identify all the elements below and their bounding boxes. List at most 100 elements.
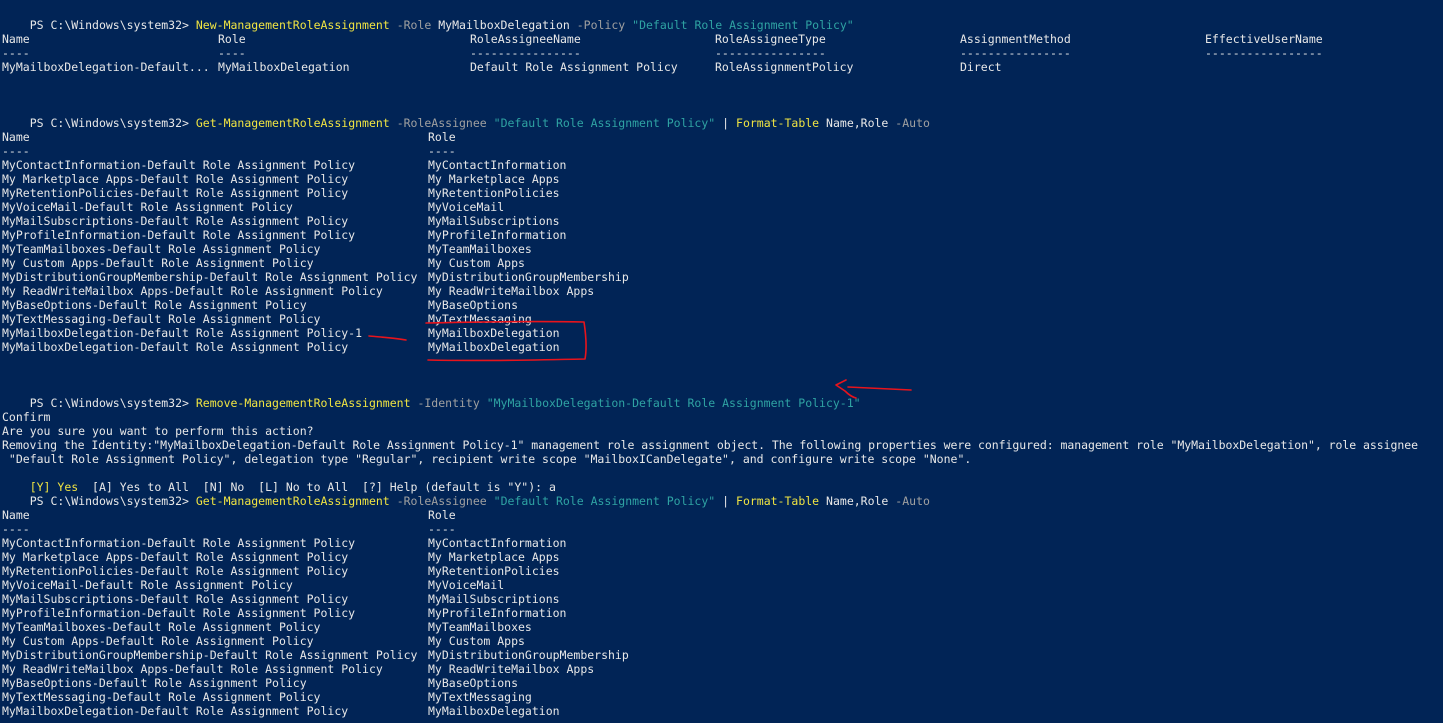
command-line-new-assignment: PS C:\Windows\system32> New-ManagementRo… [2,4,854,32]
table-row: MyRetentionPolicies-Default Role Assignm… [0,564,800,578]
cell-role: MyBaseOptions [428,676,519,690]
cell-name: MyContactInformation-Default Role Assign… [2,158,356,172]
table-row: MyBaseOptions-Default Role Assignment Po… [0,298,800,312]
cell-name: MyTextMessaging-Default Role Assignment … [2,312,321,326]
param-value: Name,Role [826,116,889,130]
column-header: Role [428,508,456,522]
pipe-operator: | [722,116,730,130]
cell-name: MyBaseOptions-Default Role Assignment Po… [2,676,307,690]
param-name: -Identity [417,396,480,410]
table-row: MyMailboxDelegation-Default Role Assignm… [0,340,800,354]
table-row: MyRetentionPolicies-Default Role Assignm… [0,186,800,200]
column-separator: ---------------- [715,46,826,60]
table-row: My Custom Apps-Default Role Assignment P… [0,634,800,648]
confirm-question: Are you sure you want to perform this ac… [2,424,314,438]
table-row: My Marketplace Apps-Default Role Assignm… [0,550,800,564]
cmdlet-name: Get-ManagementRoleAssignment [195,494,390,508]
cell-role: MyContactInformation [428,158,567,172]
cell-role: MyTeamMailboxes [428,242,532,256]
column-header: EffectiveUserName [1205,32,1323,46]
param-value: MyMailboxDelegation [438,18,570,32]
prompt: PS C:\Windows\system32> [29,494,196,508]
cell-name: MyRetentionPolicies-Default Role Assignm… [2,186,349,200]
cell-role: MyDistributionGroupMembership [428,648,629,662]
table-row: MyBaseOptions-Default Role Assignment Po… [0,676,800,690]
table-row: My Marketplace Apps-Default Role Assignm… [0,172,800,186]
cell-role-assignee-type: RoleAssignmentPolicy [715,60,854,74]
column-header: RoleAssigneeName [470,32,581,46]
cell-name: MyTeamMailboxes-Default Role Assignment … [2,620,321,634]
cell-name: MyMailboxDelegation-Default Role Assignm… [2,340,349,354]
cmdlet-name: Format-Table [736,494,820,508]
cell-name: MyTextMessaging-Default Role Assignment … [2,690,321,704]
table-row: MyContactInformation-Default Role Assign… [0,158,800,172]
table-row: MyMailboxDelegation-Default Role Assignm… [0,704,800,718]
column-separator: ----------------- [1205,46,1323,60]
param-name: -RoleAssignee [396,116,487,130]
param-name: -RoleAssignee [396,494,487,508]
table-row: MyDistributionGroupMembership-Default Ro… [0,270,800,284]
column-separator: ---- [2,522,30,536]
param-value: "Default Role Assignment Policy" [493,116,716,130]
cell-role: My Marketplace Apps [428,172,560,186]
column-header: Role [428,130,456,144]
cmdlet-name: Format-Table [736,116,820,130]
cell-role: MyProfileInformation [428,228,567,242]
cell-role: My Marketplace Apps [428,550,560,564]
column-header: Name [2,32,30,46]
cell-role: MyMailboxDelegation [218,60,350,74]
cell-name: MyVoiceMail-Default Role Assignment Poli… [2,578,293,592]
column-header: Role [218,32,246,46]
table-row: MyTextMessaging-Default Role Assignment … [0,312,800,326]
cell-role: My Custom Apps [428,256,525,270]
cell-name: My Custom Apps-Default Role Assignment P… [2,634,314,648]
column-separator: ---- [2,144,30,158]
confirm-title: Confirm [2,410,51,424]
cell-role: MyContactInformation [428,536,567,550]
cell-name: MyDistributionGroupMembership-Default Ro… [2,270,418,284]
prompt: PS C:\Windows\system32> [29,116,196,130]
confirm-choices: [Y] Yes [A] Yes to All [N] No [L] No to … [2,466,556,494]
command-line-get-assignment: PS C:\Windows\system32> Get-ManagementRo… [2,480,930,508]
cell-role: MyRetentionPolicies [428,564,560,578]
cmdlet-name: Get-ManagementRoleAssignment [195,116,390,130]
cell-role: MyTextMessaging [428,312,532,326]
cmdlet-name: Remove-ManagementRoleAssignment [195,396,411,410]
column-header: AssignmentMethod [960,32,1071,46]
column-separator: ---------------- [960,46,1071,60]
powershell-console[interactable]: PS C:\Windows\system32> New-ManagementRo… [0,0,1443,723]
cell-role: MyVoiceMail [428,578,505,592]
table-header-row: Name Role RoleAssigneeName RoleAssigneeT… [0,32,1443,46]
pipe-operator: | [722,494,730,508]
param-name: -Role [396,18,432,32]
table-row: My ReadWriteMailbox Apps-Default Role As… [0,662,800,676]
command-line-get-assignment: PS C:\Windows\system32> Get-ManagementRo… [2,102,930,130]
cell-role: MyMailSubscriptions [428,214,560,228]
confirm-detail: Removing the Identity:"MyMailboxDelegati… [2,438,1418,452]
table-row: My Custom Apps-Default Role Assignment P… [0,256,800,270]
cell-role: MyDistributionGroupMembership [428,270,629,284]
cell-role: My ReadWriteMailbox Apps [428,662,595,676]
cell-name: MyBaseOptions-Default Role Assignment Po… [2,298,307,312]
table-row: MyTeamMailboxes-Default Role Assignment … [0,242,800,256]
cell-name: MyMailSubscriptions-Default Role Assignm… [2,592,349,606]
param-value: "Default Role Assignment Policy" [493,494,716,508]
cell-role: MyBaseOptions [428,298,519,312]
param-value: "Default Role Assignment Policy" [632,18,854,32]
cell-role: MyMailboxDelegation [428,340,560,354]
cmdlet-name: New-ManagementRoleAssignment [195,18,390,32]
param-value: "MyMailboxDelegation-Default Role Assign… [486,396,861,410]
cell-role-assignee-name: Default Role Assignment Policy [470,60,678,74]
cell-name: MyMailboxDelegation-Default... [2,60,210,74]
cell-assignment-method: Direct [960,60,1002,74]
table-header-row: Name Role [0,130,800,144]
table-row: MyTeamMailboxes-Default Role Assignment … [0,620,800,634]
table-row: MyMailSubscriptions-Default Role Assignm… [0,592,800,606]
cell-name: My Marketplace Apps-Default Role Assignm… [2,172,349,186]
cell-name: MyDistributionGroupMembership-Default Ro… [2,648,418,662]
param-name: -Policy [576,18,626,32]
table-row: MyMailSubscriptions-Default Role Assignm… [0,214,800,228]
param-name: -Auto [895,116,930,130]
column-separator: ---- [218,46,246,60]
cell-role: MyMailSubscriptions [428,592,560,606]
